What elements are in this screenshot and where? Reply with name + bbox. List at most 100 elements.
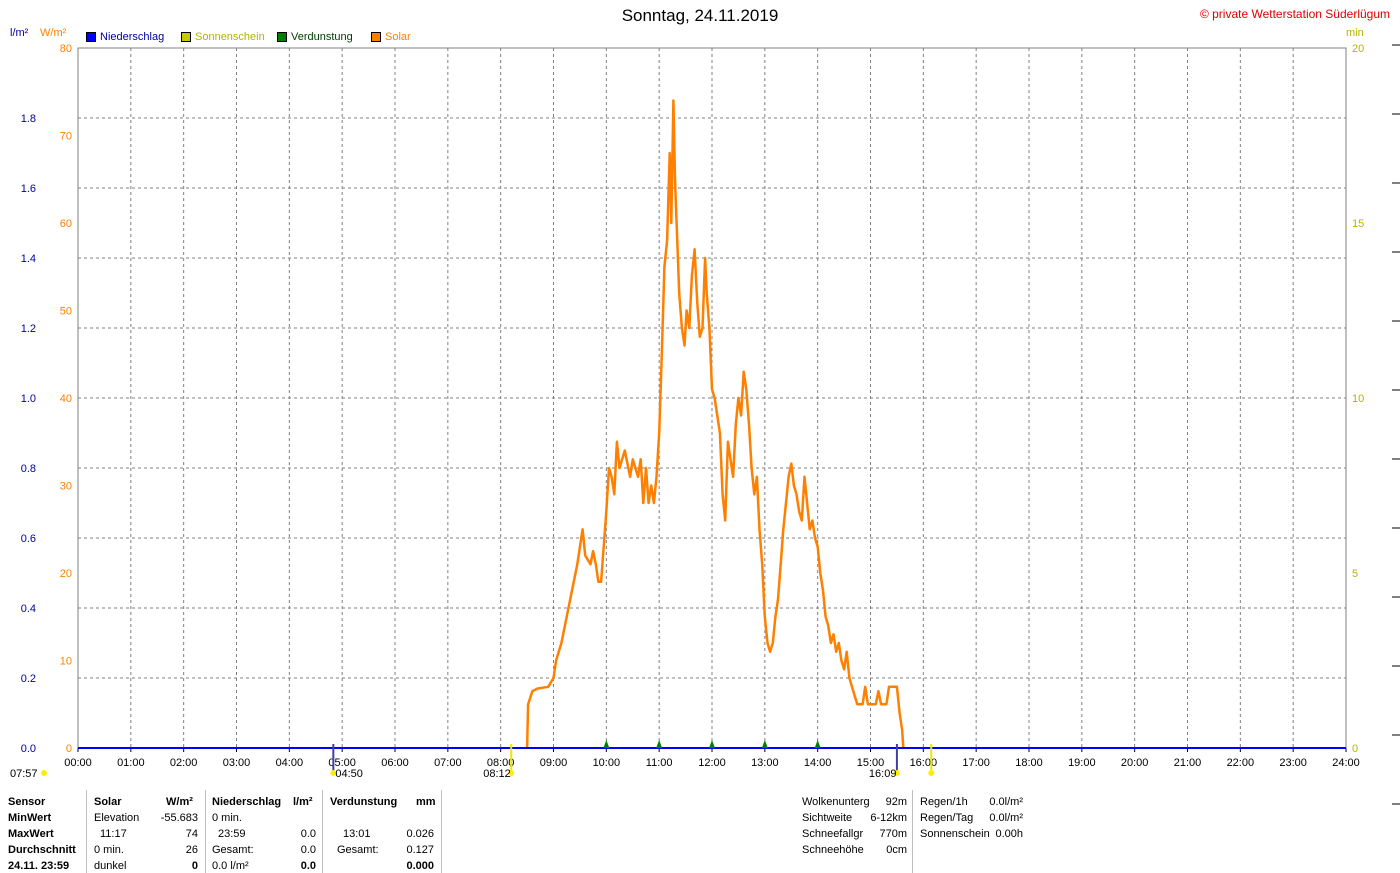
y-tick-label-rain: 0.6	[21, 533, 36, 545]
x-tick-label: 11:00	[646, 757, 673, 769]
y-tick-label-sun: 15	[1352, 218, 1364, 230]
stats-cell: Gesamt:	[337, 844, 379, 856]
y-tick-label-rain: 0.4	[21, 603, 36, 615]
y-tick-label-sun: 0	[1352, 743, 1358, 755]
stats-cell: dunkel	[94, 860, 127, 872]
table-header-solar-unit: W/m²	[166, 796, 193, 808]
table-header-sensor: Sensor	[8, 796, 46, 808]
x-tick-label: 23:00	[1279, 757, 1307, 769]
stats-cell: 26	[185, 844, 198, 856]
y-tick-label-sun: 10	[1352, 393, 1364, 405]
y-tick-label-solar: 50	[60, 306, 72, 318]
table-header-rain: Niederschlag	[212, 796, 282, 808]
info-cell: 0.00h	[995, 828, 1023, 840]
y-tick-label-rain: 1.8	[21, 113, 36, 125]
info-cell: 6-12km	[870, 812, 907, 824]
stats-cell: 13:01	[343, 828, 371, 840]
stats-cell: Elevation	[94, 812, 140, 824]
stats-cell: 0.0	[300, 844, 316, 856]
x-tick-label: 17:00	[962, 757, 990, 769]
stats-cell: 0.0 l/m²	[212, 860, 249, 872]
y-tick-label-solar: 30	[60, 481, 72, 493]
info-cell: 92m	[885, 796, 907, 808]
x-tick-label: 14:00	[804, 757, 832, 769]
stats-table-left: Sensor Solar W/m² Niederschlag l/m² Verd…	[0, 790, 445, 873]
stats-cell: Durchschnitt	[8, 844, 76, 856]
x-tick-label: 01:00	[117, 757, 145, 769]
y-tick-label-rain: 1.2	[21, 323, 36, 335]
y-tick-label-solar: 60	[60, 218, 72, 230]
table-divider	[912, 790, 913, 873]
x-tick-label: 21:00	[1174, 757, 1202, 769]
info-cell: Regen/Tag	[920, 812, 974, 824]
table-divider	[205, 790, 206, 873]
x-tick-label: 00:00	[64, 757, 92, 769]
table-header-evap-unit: mm	[416, 796, 436, 808]
table-header-evap: Verdunstung	[330, 796, 398, 808]
sun-mark-label: 04:50	[335, 768, 363, 780]
stats-cell: 0.000	[406, 860, 434, 872]
stats-cell: 74	[185, 828, 198, 840]
table-header-solar: Solar	[94, 796, 122, 808]
table-divider	[86, 790, 87, 873]
info-cell: Sonnenschein	[920, 828, 990, 840]
y-tick-label-sun: 20	[1352, 43, 1364, 55]
sun-mark-label: 16:09	[869, 768, 897, 780]
y-tick-label-solar: 0	[66, 743, 72, 755]
stats-cell: 0 min.	[212, 812, 242, 824]
stats-cell: 0 min.	[94, 844, 124, 856]
y-tick-label-rain: 1.0	[21, 393, 36, 405]
stats-cell: MaxWert	[8, 828, 54, 840]
chart-area: 00:00 01:00 02:00 03:00 04:00 05:00 06:00 07:00…	[10, 43, 1400, 805]
x-tick-label: 18:00	[1015, 757, 1043, 769]
stats-table-right: Wolkenunterg 92m Regen/1h 0.0l/m² Sichtweite…	[795, 790, 1035, 873]
x-tick-label: 03:00	[223, 757, 251, 769]
info-cell: 0cm	[886, 844, 907, 856]
stats-cell: -55.683	[160, 812, 198, 824]
sun-mark-label: 08:12	[483, 768, 511, 780]
info-cell: 0.0l/m²	[989, 812, 1023, 824]
x-tick-label: 10:00	[593, 757, 621, 769]
x-tick-label: 12:00	[698, 757, 726, 769]
stats-cell: 0.026	[406, 828, 434, 840]
info-cell: Wolkenunterg	[802, 796, 870, 808]
x-tick-label: 19:00	[1068, 757, 1096, 769]
x-tick-label: 16:00	[910, 757, 938, 769]
y-tick-label-rain: 0.2	[21, 673, 36, 685]
info-cell: 770m	[879, 828, 907, 840]
x-tick-label: 22:00	[1227, 757, 1255, 769]
sunrise-edge-label: 07:57	[10, 768, 38, 780]
sun-mark-dot	[928, 770, 935, 776]
y-tick-label-rain: 0.0	[21, 743, 36, 755]
y-tick-label-solar: 80	[60, 43, 72, 55]
y-tick-label-solar: 10	[60, 656, 72, 668]
x-tick-label: 02:00	[170, 757, 198, 769]
y-tick-label-solar: 40	[60, 393, 72, 405]
x-tick-label: 07:00	[434, 757, 462, 769]
stats-cell: 0.0	[300, 828, 316, 840]
info-cell: Sichtweite	[802, 812, 853, 824]
stats-cell: 23:59	[218, 828, 246, 840]
x-tick-label: 20:00	[1121, 757, 1149, 769]
info-cell: Schneehöhe	[802, 844, 864, 856]
stats-cell: MinWert	[8, 812, 52, 824]
table-header-rain-unit: l/m²	[293, 796, 313, 808]
table-divider	[441, 790, 442, 873]
info-cell: 0.0l/m²	[989, 796, 1023, 808]
info-cell: Schneefallgr	[802, 828, 864, 840]
stats-cell: 0	[191, 860, 198, 872]
x-tick-label: 06:00	[381, 757, 409, 769]
table-divider	[322, 790, 323, 873]
y-tick-label-rain: 1.4	[21, 253, 36, 265]
info-cell: Regen/1h	[920, 796, 968, 808]
stats-cell: 11:17	[100, 828, 127, 840]
x-tick-label: 09:00	[540, 757, 568, 769]
y-tick-label-solar: 70	[60, 131, 72, 143]
stats-cell: 0.0	[300, 860, 316, 872]
x-tick-label: 13:00	[751, 757, 779, 769]
y-tick-label-solar: 20	[60, 568, 72, 580]
y-tick-label-rain: 1.6	[21, 183, 36, 195]
stats-cell: Gesamt:	[212, 844, 254, 856]
y-tick-label-rain: 0.8	[21, 463, 36, 475]
x-tick-label: 04:00	[276, 757, 304, 769]
